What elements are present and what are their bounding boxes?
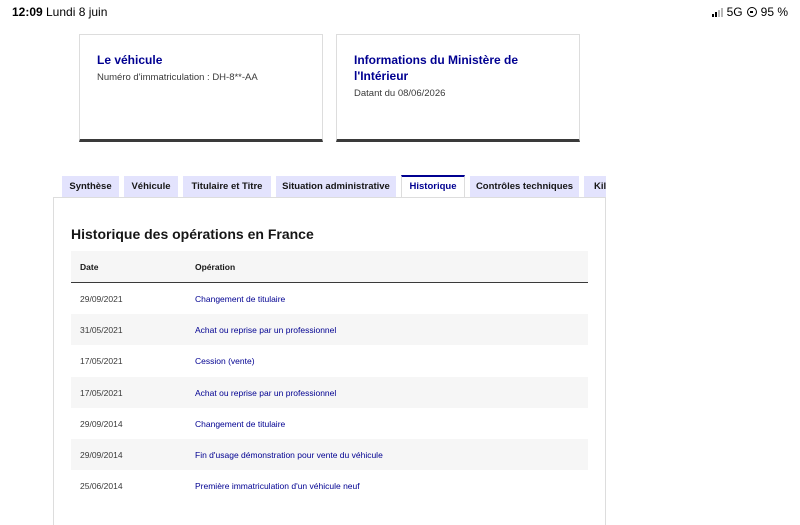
row-operation-link[interactable]: Cession (vente) (195, 356, 255, 366)
section-title: Historique des opérations en France (71, 226, 314, 242)
tab-situation-administrative[interactable]: Situation administrative (276, 176, 396, 197)
tab-titulaire-titre[interactable]: Titulaire et Titre (183, 176, 271, 197)
row-date: 29/09/2014 (80, 418, 123, 429)
header-operation: Opération (195, 262, 236, 272)
battery-label: 95 % (760, 5, 788, 19)
row-operation-link[interactable]: Fin d'usage démonstration pour vente du … (195, 450, 383, 460)
status-indicators: 5G 95 % (711, 5, 788, 19)
network-label: 5G (726, 5, 743, 19)
row-date: 29/09/2014 (80, 449, 123, 460)
ministry-card: Informations du Ministère de l'Intérieur… (336, 34, 580, 142)
table-row: 29/09/2021 Changement de titulaire (71, 283, 588, 314)
table-row: 17/05/2021 Achat ou reprise par un profe… (71, 376, 588, 408)
row-operation-link[interactable]: Achat ou reprise par un professionnel (195, 388, 336, 398)
table-row: 29/09/2014 Fin d'usage démonstration pou… (71, 438, 588, 471)
status-bar: 12:09 Lundi 8 juin 5G 95 % (0, 0, 800, 24)
table-row: 25/06/2014 Première immatriculation d'un… (71, 470, 588, 501)
status-time: 12:09 (12, 5, 43, 19)
table-body: 29/09/2021 Changement de titulaire 31/05… (71, 283, 588, 501)
signal-icon (711, 7, 723, 17)
row-date: 29/09/2021 (80, 294, 123, 304)
tab-bar: Synthèse Véhicule Titulaire et Titre Sit… (62, 175, 606, 197)
row-operation-link[interactable]: Changement de titulaire (195, 294, 285, 304)
vehicle-card-title: Le véhicule (97, 53, 163, 67)
header-date: Date (80, 262, 99, 272)
table-row: 31/05/2021 Achat ou reprise par un profe… (71, 314, 588, 346)
row-operation-link[interactable]: Première immatriculation d'un véhicule n… (195, 481, 360, 491)
row-date: 31/05/2021 (80, 325, 123, 336)
vehicle-card: Le véhicule Numéro d'immatriculation : D… (79, 34, 323, 142)
tab-historique[interactable]: Historique (401, 175, 465, 197)
table-row: 29/09/2014 Changement de titulaire (71, 408, 588, 439)
vehicle-registration: Numéro d'immatriculation : DH-8**-AA (97, 72, 258, 83)
orientation-lock-icon (746, 7, 757, 17)
ministry-card-title-line1: Informations du Ministère de (354, 53, 519, 67)
table-header: Date Opération (71, 251, 588, 283)
ministry-date: Datant du 08/06/2026 (354, 88, 446, 99)
ministry-card-title-line2: l'Intérieur (354, 69, 409, 83)
row-date: 25/06/2014 (80, 481, 123, 492)
row-operation-link[interactable]: Changement de titulaire (195, 419, 285, 429)
history-table: Date Opération 29/09/2021 Changement de … (71, 251, 588, 501)
tab-controles-techniques[interactable]: Contrôles techniques (470, 176, 579, 197)
tab-vehicule[interactable]: Véhicule (124, 176, 178, 197)
tab-kilometrage[interactable]: Kilo (584, 176, 606, 197)
status-date: Lundi 8 juin (46, 5, 108, 19)
row-date: 17/05/2021 (80, 387, 123, 398)
tab-synthese[interactable]: Synthèse (62, 176, 119, 197)
row-date: 17/05/2021 (80, 356, 123, 367)
table-row: 17/05/2021 Cession (vente) (71, 345, 588, 376)
row-operation-link[interactable]: Achat ou reprise par un professionnel (195, 325, 336, 335)
